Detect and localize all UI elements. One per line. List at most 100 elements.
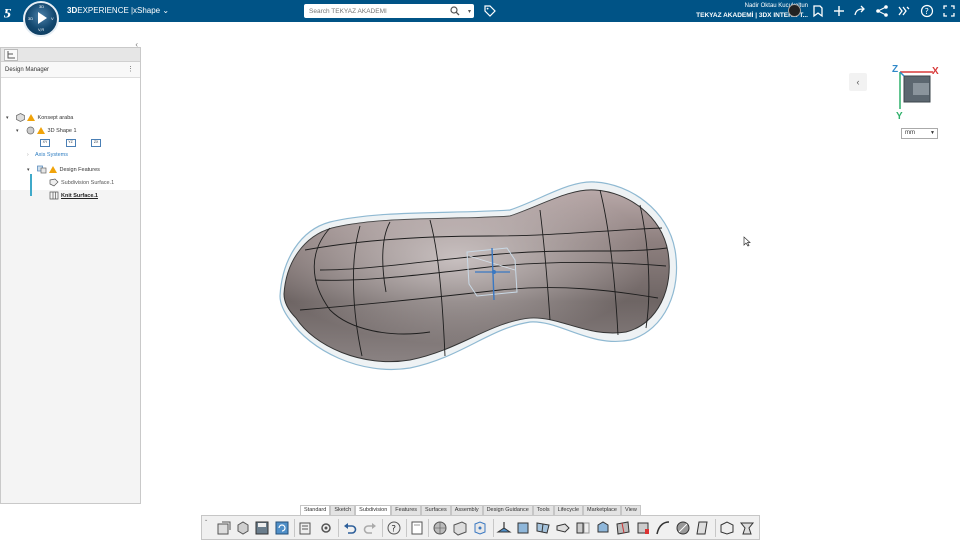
tab-marketplace[interactable]: Marketplace [583,505,621,515]
tree-tab[interactable] [4,49,18,61]
toolbar-separator [338,519,339,537]
app-name: xShape [133,6,161,15]
subdivision-surface-icon [49,178,59,187]
design-manager-panel: ‹ Design Manager ⋮ ▾ Konsept araba ▾ 3D … [0,40,141,504]
search-icon[interactable] [450,6,460,18]
save-icon[interactable] [254,520,270,536]
plane-xy-icon[interactable]: XY [40,139,50,147]
unit-select[interactable]: mm ▼ [901,128,938,139]
box-primitive-icon[interactable] [452,520,468,536]
expand-caret-icon[interactable]: ▾ [16,128,24,134]
avatar[interactable] [788,4,801,17]
expand-caret-icon[interactable]: ▾ [27,167,35,173]
page-icon[interactable] [409,520,425,536]
knit-icon[interactable] [695,520,711,536]
mirror-icon[interactable] [575,520,591,536]
warning-icon [36,127,45,134]
chevron-down-icon: ▼ [930,130,935,136]
expand-caret-icon[interactable]: › [27,152,35,158]
collapse-panel-icon[interactable]: ‹ [135,40,138,49]
analysis-icon[interactable] [739,520,755,536]
tab-sketch[interactable]: Sketch [330,505,356,515]
search-input[interactable] [304,4,444,18]
expand-caret-icon[interactable]: ▾ [6,115,14,121]
undo-icon[interactable] [342,520,358,536]
cage-icon[interactable] [472,520,488,536]
component-icon[interactable] [719,520,735,536]
expand-toolbar-icon[interactable]: ⌄ [204,517,208,523]
tree-node-axis-systems[interactable]: › Axis Systems [27,152,68,158]
help-icon[interactable]: ? [386,520,402,536]
tab-view[interactable]: View [621,505,641,515]
sphere-shade-icon[interactable] [675,520,691,536]
app-switcher[interactable]: xShape ⌄ [133,6,169,15]
subdivision-surface-model[interactable] [270,170,690,385]
help-icon[interactable]: ? [920,4,934,18]
axis-x-label: X [932,66,939,77]
tab-assembly[interactable]: Assembly [450,505,483,515]
axis-z-label: Z [892,64,898,75]
align-icon[interactable] [635,520,651,536]
fullscreen-icon[interactable] [942,4,956,18]
redo-icon[interactable] [362,520,378,536]
tree-node-design-features[interactable]: ▾ Design Features [27,165,100,174]
bridge-icon[interactable] [555,520,571,536]
product-icon [15,113,25,122]
knit-surface-icon [49,191,59,200]
tab-subdivision[interactable]: Subdivision [355,505,392,515]
plane-yz-icon[interactable]: YZ [65,139,76,147]
new-shape-icon[interactable] [235,520,251,536]
tab-standard[interactable]: Standard [300,505,331,515]
update-icon[interactable] [274,520,290,536]
panel-title: Design Manager ⋮ [1,62,140,78]
compass-widget[interactable]: 3D 3D V V,R [23,1,59,37]
ds-logo-icon[interactable]: ƽ [3,3,20,19]
curve-icon[interactable] [655,520,671,536]
svg-text:?: ? [391,525,396,535]
tree-branch-line [30,174,32,196]
toolbar-separator [715,519,716,537]
tab-lifecycle[interactable]: Lifecycle [553,505,584,515]
face-icon[interactable] [515,520,531,536]
extrude-icon[interactable] [496,520,512,536]
features-icon [36,165,46,174]
warning-icon [26,114,35,121]
properties-icon[interactable] [298,520,314,536]
insert-icon[interactable] [216,520,232,536]
tag-icon[interactable] [484,5,496,19]
settings-icon[interactable] [318,520,334,536]
mouse-cursor-icon [743,236,751,247]
tree-node-root[interactable]: ▾ Konsept araba [6,113,73,122]
forward-icon[interactable] [853,4,867,18]
share-icon[interactable] [875,4,889,18]
tree-node-3d-shape[interactable]: ▾ 3D Shape 1 [16,126,77,135]
sphere-primitive-icon[interactable] [432,520,448,536]
tab-tools[interactable]: Tools [532,505,554,515]
tree-node-knit-surface[interactable]: Knit Surface.1 [49,191,98,200]
apps-icon[interactable] [897,4,911,18]
action-bar: ⌄ ? [201,515,760,540]
unit-value: mm [905,130,915,136]
play-icon [38,12,47,24]
tree-node-subdivision-surface[interactable]: Subdivision Surface.1 [49,178,114,187]
search-box[interactable]: ▾ [304,4,474,18]
svg-text:ƽ: ƽ [4,5,12,18]
brand-title: 3DEXPERIENCE | [67,6,134,15]
collapse-right-panel-icon[interactable]: ‹ [849,73,867,91]
tab-surfaces[interactable]: Surfaces [421,505,451,515]
tab-features[interactable]: Features [391,505,422,515]
weld-icon[interactable] [595,520,611,536]
search-options-chevron-icon[interactable]: ▾ [468,8,471,15]
tab-design-guidance[interactable]: Design Guidance [482,505,533,515]
more-options-icon[interactable]: ⋮ [127,65,134,73]
crease-icon[interactable] [615,520,631,536]
view-cube[interactable]: Z X Y [891,63,941,121]
bookmark-icon[interactable] [811,4,825,18]
add-icon[interactable] [832,4,846,18]
panel-header: ‹ [1,40,140,62]
plane-zx-icon[interactable]: ZX [91,139,102,147]
compass-label-right: V [51,16,54,21]
subdivide-icon[interactable] [535,520,551,536]
svg-text:?: ? [925,7,929,16]
compass-label-top: 3D [39,4,45,9]
